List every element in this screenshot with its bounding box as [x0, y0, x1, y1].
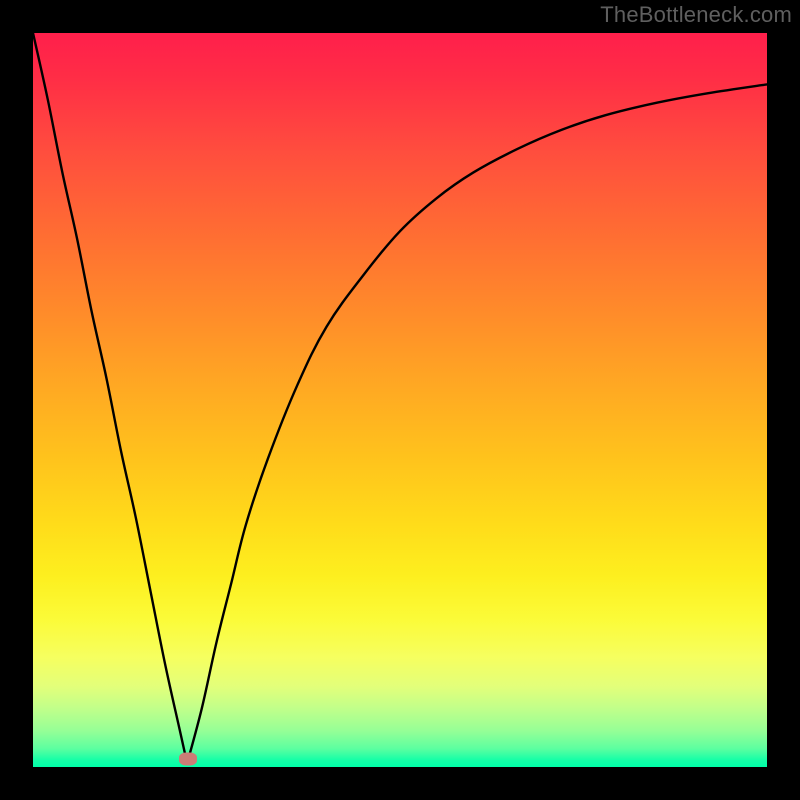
- vertex-marker: [179, 752, 197, 765]
- bottleneck-curve-left: [33, 33, 187, 763]
- plot-area: [33, 33, 767, 767]
- curve-layer: [33, 33, 767, 767]
- chart-canvas: TheBottleneck.com: [0, 0, 800, 800]
- bottleneck-curve-right: [187, 84, 767, 763]
- watermark-text: TheBottleneck.com: [600, 2, 792, 28]
